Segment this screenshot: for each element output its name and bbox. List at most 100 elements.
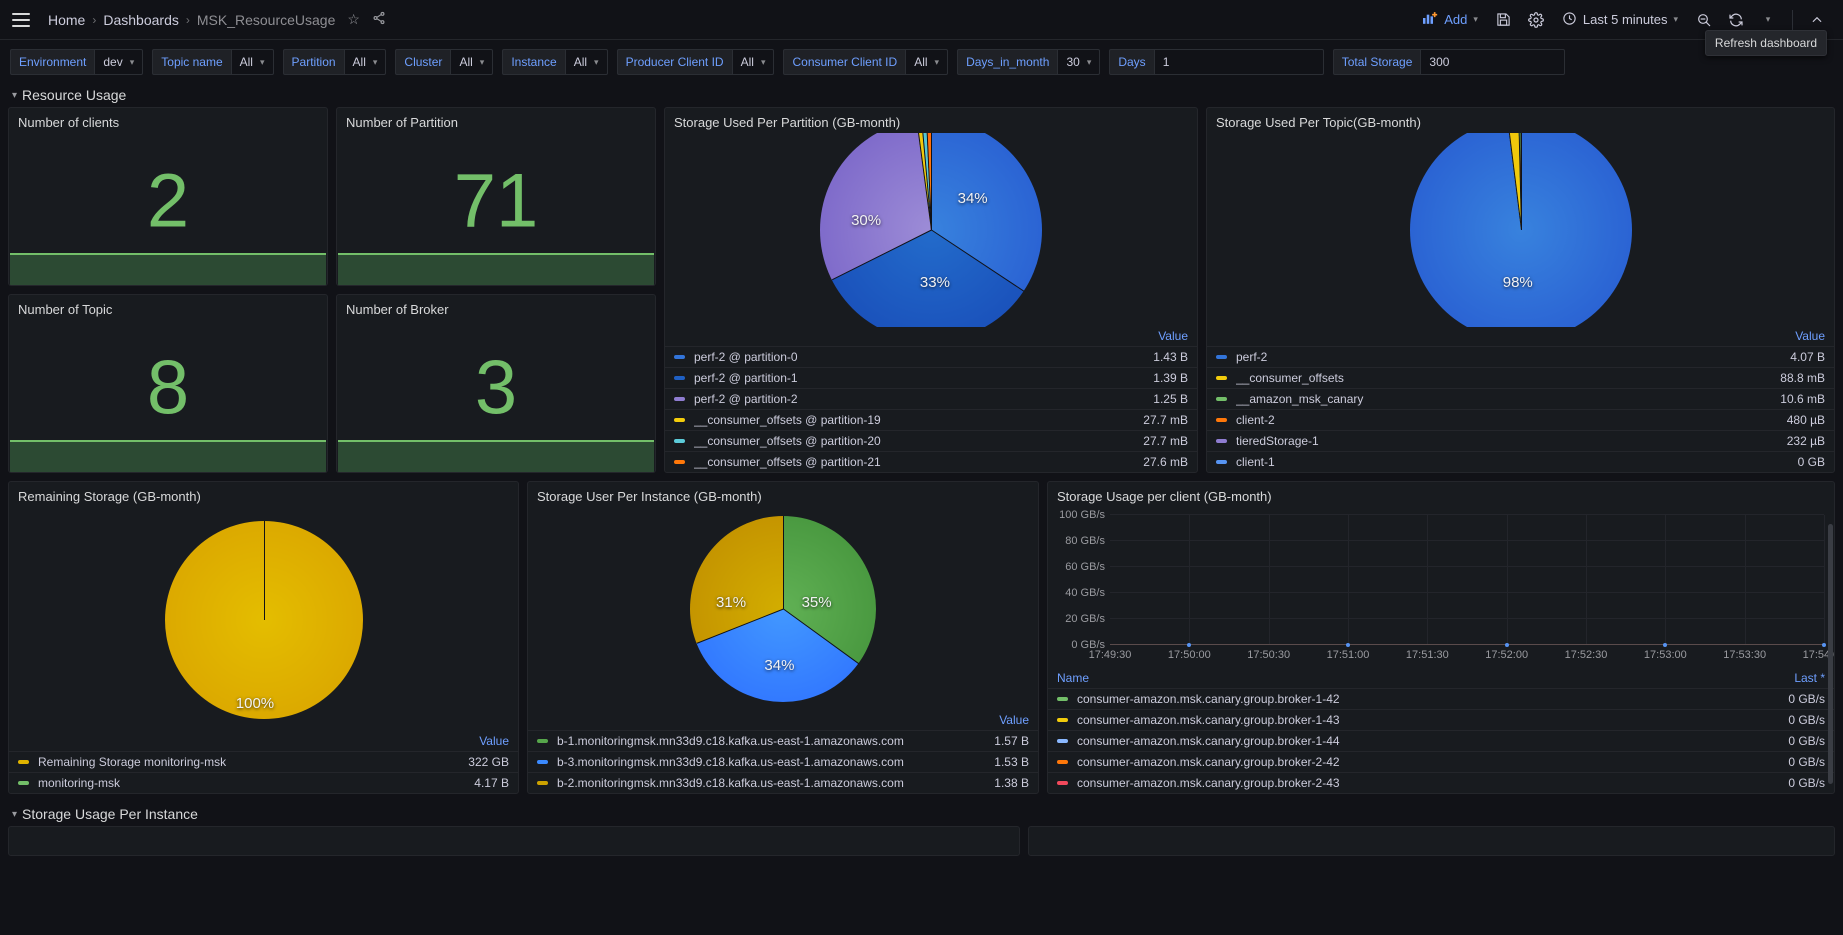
legend-color-swatch	[1057, 718, 1068, 722]
legend-series-name: client-1	[1236, 455, 1275, 469]
legend-row[interactable]: perf-2 @ partition-2 1.25 B	[665, 389, 1197, 410]
legend-row[interactable]: client-2 480 µB	[1207, 410, 1834, 431]
variable-value-dropdown[interactable]: 30 ▾	[1057, 49, 1101, 75]
breadcrumb-current: MSK_ResourceUsage	[196, 11, 336, 28]
panel-body: 71	[337, 133, 655, 285]
chevron-down-icon: ▾	[372, 56, 378, 67]
legend-row[interactable]: b-1.monitoringmsk.mn33d9.c18.kafka.us-ea…	[528, 731, 1038, 752]
gridline-vertical	[1427, 515, 1429, 645]
variable-value-dropdown[interactable]: All ▾	[450, 49, 494, 75]
gridline-vertical	[1665, 515, 1667, 645]
legend-row[interactable]: consumer-amazon.msk.canary.group.broker-…	[1048, 773, 1834, 793]
legend-row[interactable]: client-1 0 GB	[1207, 452, 1834, 472]
legend-series-value: 1.43 B	[1153, 350, 1188, 364]
panel-body: 35% 34% 31%	[528, 507, 1038, 711]
pie-slice-divider	[1520, 133, 1522, 230]
x-axis-tick-label: 17:52:30	[1564, 649, 1608, 661]
panel-number-of-broker: Number of Broker 3	[336, 294, 656, 473]
legend-series-value: 27.6 mB	[1143, 455, 1188, 469]
legend-color-swatch	[674, 355, 685, 359]
pie-slice-divider	[263, 520, 265, 620]
panel-legend: Value Remaining Storage monitoring-msk 32…	[9, 732, 518, 793]
row-header-storage-usage-per-instance[interactable]: ▾ Storage Usage Per Instance	[0, 802, 1843, 826]
chevron-down-icon: ▾	[129, 56, 135, 67]
legend-row[interactable]: perf-2 @ partition-1 1.39 B	[665, 368, 1197, 389]
days-input[interactable]: 1	[1153, 49, 1324, 75]
pie-slice-label: 34%	[764, 657, 795, 675]
total-storage-input[interactable]: 300	[1420, 49, 1566, 75]
pie-slice-label: 98%	[1502, 274, 1533, 292]
add-button[interactable]: Add ▾	[1415, 6, 1486, 34]
variable-days: Days 1	[1109, 49, 1324, 75]
legend-row[interactable]: __consumer_offsets @ partition-21 27.6 mB	[665, 452, 1197, 472]
legend-series-name: __consumer_offsets @ partition-21	[694, 455, 881, 469]
legend-series-value: 0 GB/s	[1788, 692, 1825, 706]
legend-rows: Remaining Storage monitoring-msk 322 GB mo…	[9, 752, 518, 793]
panel-scrollbar[interactable]	[1828, 524, 1833, 784]
legend-series-name: perf-2 @ partition-1	[694, 371, 798, 385]
breadcrumb-dashboards[interactable]: Dashboards	[103, 12, 179, 28]
legend-row[interactable]: __consumer_offsets @ partition-20 27.7 mB	[665, 431, 1197, 452]
save-dashboard-button[interactable]	[1490, 6, 1518, 34]
legend-series-name: consumer-amazon.msk.canary.group.broker-…	[1077, 692, 1340, 706]
legend-header: Value	[528, 711, 1038, 731]
legend-row[interactable]: consumer-amazon.msk.canary.group.broker-…	[1048, 710, 1834, 731]
legend-row[interactable]: __consumer_offsets @ partition-19 27.7 mB	[665, 410, 1197, 431]
legend-row[interactable]: b-3.monitoringmsk.mn33d9.c18.kafka.us-ea…	[528, 752, 1038, 773]
breadcrumb-home[interactable]: Home	[48, 12, 85, 28]
timeseries-chart: 0 GB/s 20 GB/s 40 GB/s 60 GB/s 80 GB/s 100 GB…	[1048, 507, 1834, 669]
legend-row[interactable]: Remaining Storage monitoring-msk 322 GB	[9, 752, 518, 773]
share-icon[interactable]	[372, 11, 386, 28]
star-icon[interactable]: ☆	[347, 11, 360, 28]
time-range-picker[interactable]: Last 5 minutes ▾	[1554, 6, 1686, 34]
variable-value-dropdown[interactable]: All ▾	[731, 49, 775, 75]
chevron-down-icon: ▾	[259, 56, 265, 67]
legend-row[interactable]: __amazon_msk_canary 10.6 mB	[1207, 389, 1834, 410]
legend-name-header	[674, 329, 1158, 343]
dashboard-grid: Number of clients 2 Number of Partition …	[0, 107, 1843, 794]
menu-icon[interactable]	[12, 12, 30, 27]
legend-value-header: Last *	[1794, 671, 1825, 685]
legend-series-name: client-2	[1236, 413, 1275, 427]
row-title: Storage Usage Per Instance	[22, 806, 198, 822]
variable-label: Days_in_month	[957, 49, 1058, 75]
dashboard-settings-button[interactable]	[1522, 6, 1550, 34]
variable-value-dropdown[interactable]: dev ▾	[94, 49, 144, 75]
legend-series-value: 0 GB/s	[1788, 776, 1825, 790]
row-header-resource-usage[interactable]: ▾ Resource Usage	[0, 83, 1843, 107]
variable-label: Instance	[502, 49, 565, 75]
legend-row[interactable]: __consumer_offsets 88.8 mB	[1207, 368, 1834, 389]
pie-graphic: 34% 33% 30%	[820, 133, 1042, 327]
row-title: Resource Usage	[22, 87, 127, 103]
pie-chart-remaining-storage: 100%	[9, 507, 518, 732]
pie-slice-label: 33%	[919, 274, 950, 292]
panel-bottom-left	[8, 826, 1020, 856]
variable-value-dropdown[interactable]: All ▾	[564, 49, 608, 75]
legend-row[interactable]: b-2.monitoringmsk.mn33d9.c18.kafka.us-ea…	[528, 773, 1038, 793]
legend-series-name: perf-2	[1236, 350, 1268, 364]
legend-row[interactable]: consumer-amazon.msk.canary.group.broker-…	[1048, 752, 1834, 773]
data-point	[1504, 643, 1509, 647]
variable-value: All	[573, 55, 588, 69]
stat-sparkline	[338, 253, 654, 285]
panel-title: Number of clients	[18, 115, 120, 130]
toolbar-divider	[1792, 9, 1793, 30]
panel-title: Storage Used Per Topic(GB-month)	[1216, 115, 1421, 130]
legend-rows: perf-2 @ partition-0 1.43 Bperf-2 @ parti…	[665, 347, 1197, 472]
variable-value-dropdown[interactable]: All ▾	[230, 49, 274, 75]
legend-row[interactable]: tieredStorage-1 232 µB	[1207, 431, 1834, 452]
legend-color-swatch	[537, 781, 548, 785]
gridline-horizontal	[1110, 592, 1824, 593]
panel-body: 98%	[1207, 133, 1834, 327]
panel-legend: Name Last * consumer-amazon.msk.canary.g…	[1048, 669, 1834, 793]
legend-row[interactable]: perf-2 @ partition-0 1.43 B	[665, 347, 1197, 368]
legend-row[interactable]: consumer-amazon.msk.canary.group.broker-…	[1048, 731, 1834, 752]
chevron-down-icon: ▾	[1473, 14, 1478, 24]
variable-value: All	[239, 55, 253, 69]
variable-value-dropdown[interactable]: All ▾	[905, 49, 949, 75]
legend-row[interactable]: consumer-amazon.msk.canary.group.broker-…	[1048, 689, 1834, 710]
legend-row[interactable]: perf-2 4.07 B	[1207, 347, 1834, 368]
legend-row[interactable]: monitoring-msk 4.17 B	[9, 773, 518, 793]
panel-body: 3	[337, 320, 655, 472]
variable-value-dropdown[interactable]: All ▾	[343, 49, 387, 75]
